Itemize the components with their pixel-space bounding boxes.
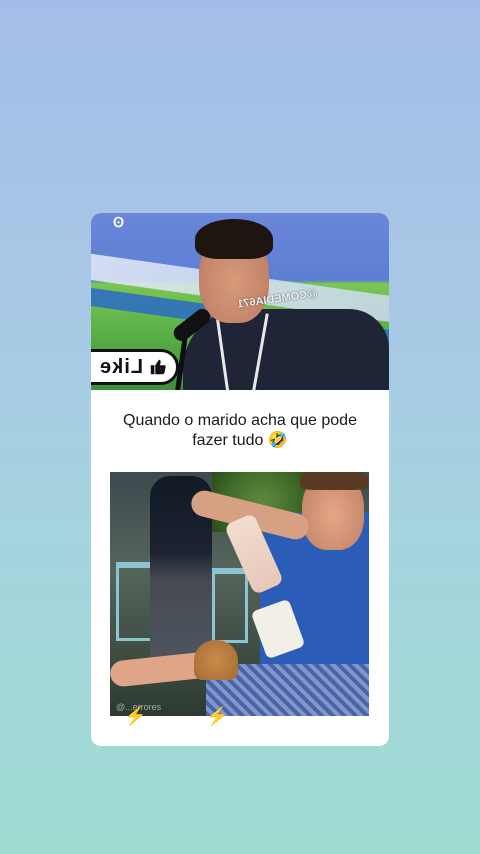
thumbs-up-icon (150, 359, 166, 375)
like-button[interactable]: Like (91, 349, 179, 385)
bottom-video[interactable]: @...errores (110, 472, 369, 716)
chair (212, 568, 248, 643)
person-hoodie (183, 309, 389, 390)
post-caption: Quando o marido acha que pode fazer tudo… (123, 412, 357, 449)
top-video[interactable]: Ꙩ @COMEDIA671 Like (91, 213, 389, 390)
taco (194, 640, 238, 680)
person-hair (195, 219, 273, 259)
like-label: Like (98, 355, 144, 378)
man-hair (300, 472, 368, 490)
channel-logo: Ꙩ (112, 213, 124, 230)
post-card: Ꙩ @COMEDIA671 Like Quando o marido acha … (91, 213, 389, 746)
lightning-icon: ⚡ (124, 706, 147, 726)
lightning-icon: ⚡ (206, 706, 229, 726)
